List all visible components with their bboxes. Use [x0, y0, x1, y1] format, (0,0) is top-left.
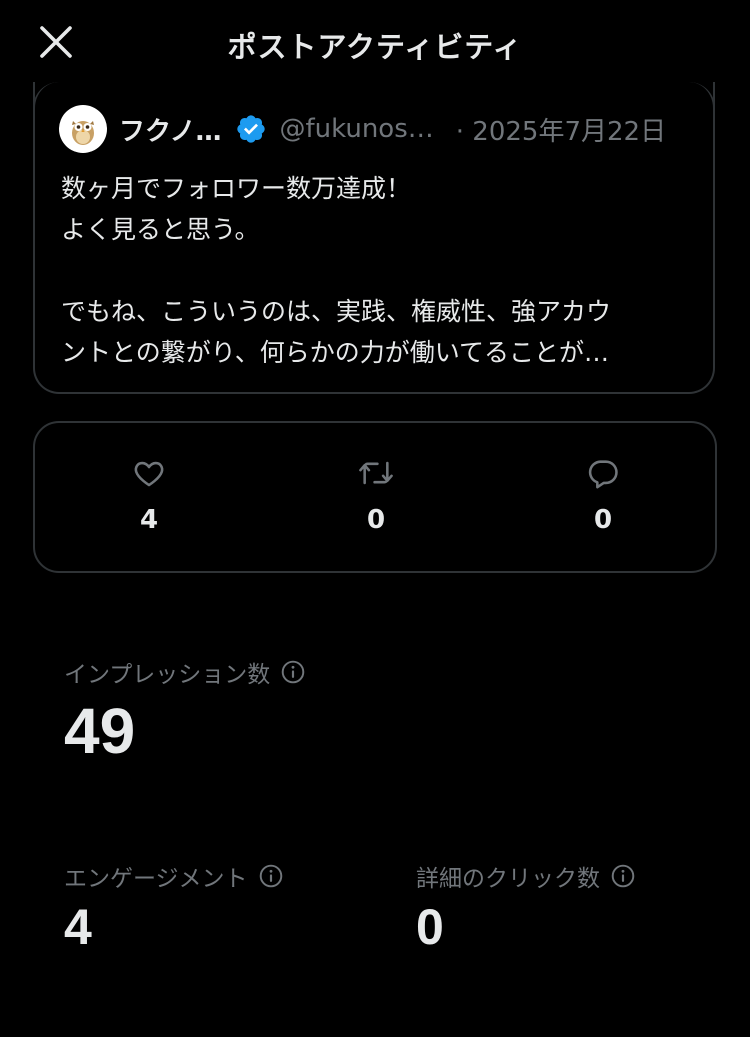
detail-clicks-label: 詳細のクリック数 — [416, 866, 600, 892]
reposts-stat[interactable]: 0 — [336, 457, 416, 535]
info-icon[interactable] — [280, 659, 306, 685]
owl-avatar-icon — [61, 107, 105, 151]
quoted-post-card[interactable]: フクノ… @fukunos… · 2025年7月22日 数ヶ月でフォロワー数万達… — [33, 82, 715, 394]
header: ポストアクティビティ — [0, 0, 750, 88]
post-author-name[interactable]: フクノ… — [119, 111, 221, 148]
post-date: · 2025年7月22日 — [455, 116, 667, 147]
impressions-label: インプレッション数 — [64, 662, 271, 688]
engagement-value: 4 — [64, 899, 92, 955]
page-title: ポストアクティビティ — [227, 30, 523, 64]
impressions-value: 49 — [64, 695, 136, 767]
detail-clicks-value: 0 — [416, 899, 444, 955]
engagement-label-row: エンゲージメント — [64, 859, 284, 893]
engagement-label: エンゲージメント — [64, 866, 248, 892]
reply-icon — [586, 456, 620, 494]
reposts-count: 0 — [366, 505, 386, 535]
post-author-handle[interactable]: @fukunos… — [279, 114, 433, 144]
heart-icon — [132, 456, 166, 494]
likes-stat[interactable]: 4 — [109, 457, 189, 535]
replies-count: 0 — [593, 505, 613, 535]
avatar[interactable] — [59, 105, 107, 153]
repost-icon — [357, 456, 395, 494]
likes-count: 4 — [139, 505, 159, 535]
engagement-stats-card: 4 0 0 — [33, 421, 717, 573]
post-text: 数ヶ月でフォロワー数万達成！ よく見ると思う。 でもね、こういうのは、実践、権威… — [61, 174, 612, 367]
impressions-label-row: インプレッション数 — [64, 655, 306, 689]
detail-clicks-label-row: 詳細のクリック数 — [416, 859, 636, 893]
info-icon[interactable] — [610, 863, 636, 889]
post-author-row: フクノ… @fukunos… · 2025年7月22日 — [59, 104, 699, 154]
replies-stat[interactable]: 0 — [563, 457, 643, 535]
verified-badge-icon — [235, 113, 267, 145]
info-icon[interactable] — [258, 863, 284, 889]
